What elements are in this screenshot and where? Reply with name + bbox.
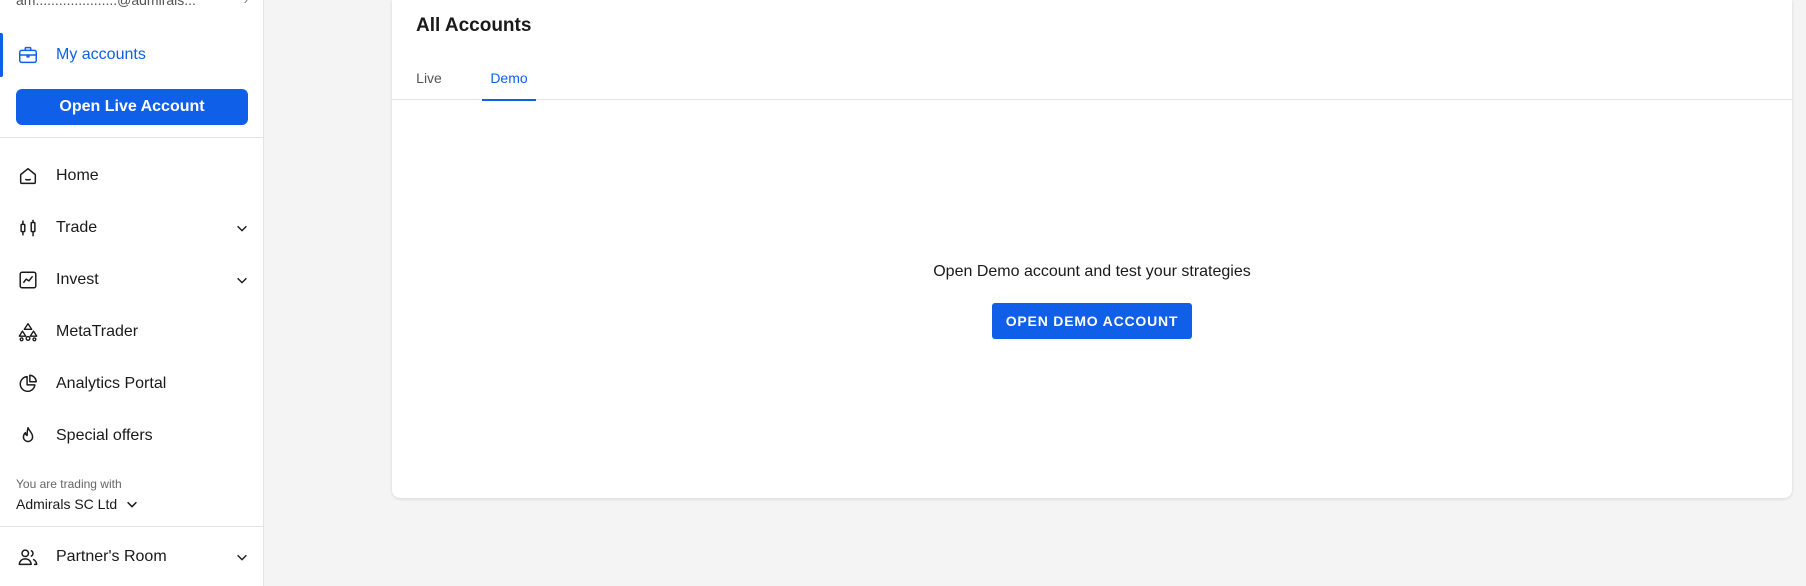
candlestick-icon [16, 216, 40, 240]
sidebar-item-metatrader[interactable]: MetaTrader [0, 309, 264, 355]
pie-chart-icon [16, 372, 40, 396]
briefcase-icon [16, 43, 40, 67]
sidebar-item-invest[interactable]: Invest [0, 257, 264, 303]
chevron-right-icon: › [244, 0, 248, 7]
sidebar-item-label: Trade [56, 219, 98, 236]
tab-demo[interactable]: Demo [482, 56, 536, 101]
chevron-down-icon[interactable] [234, 549, 250, 565]
sidebar-item-special-offers[interactable]: Special offers [0, 413, 264, 459]
sidebar-item-home[interactable]: Home [0, 153, 264, 199]
sidebar-item-label: MetaTrader [56, 323, 139, 340]
divider [0, 526, 264, 527]
sidebar-item-label: Special offers [56, 427, 153, 444]
sidebar-item-partners-room[interactable]: Partner's Room [0, 534, 264, 580]
flame-icon [16, 424, 40, 448]
open-live-account-button[interactable]: Open Live Account [16, 89, 248, 125]
sidebar-item-trade[interactable]: Trade [0, 205, 264, 251]
entity-selector[interactable]: Admirals SC Ltd [16, 494, 139, 514]
sidebar-item-my-accounts[interactable]: My accounts [0, 32, 264, 78]
trading-with-label: You are trading with [16, 477, 122, 491]
all-accounts-card: All Accounts Live Demo Open Demo account… [392, 0, 1792, 498]
empty-state-message: Open Demo account and test your strategi… [933, 263, 1251, 280]
metatrader-icon [16, 320, 40, 344]
account-tabs: Live Demo [392, 56, 1792, 101]
entity-name: Admirals SC Ltd [16, 496, 118, 512]
sidebar-item-label: Analytics Portal [56, 375, 167, 392]
page-title: All Accounts [416, 15, 532, 36]
chevron-down-icon [125, 497, 139, 511]
chart-line-icon [16, 268, 40, 292]
sidebar-item-label: Home [56, 167, 99, 184]
sidebar-item-analytics-portal[interactable]: Analytics Portal [0, 361, 264, 407]
chevron-down-icon[interactable] [234, 220, 250, 236]
tab-label: Live [416, 70, 442, 86]
divider [0, 137, 264, 138]
sidebar-item-label: Partner's Room [56, 548, 167, 565]
sidebar-item-label: Invest [56, 271, 99, 288]
chevron-down-icon[interactable] [234, 272, 250, 288]
open-demo-account-button[interactable]: OPEN DEMO ACCOUNT [992, 303, 1192, 339]
user-email: am.....................@admirals... [16, 0, 196, 8]
tab-label: Demo [490, 70, 528, 86]
sidebar: am.....................@admirals... › My… [0, 0, 264, 586]
users-icon [16, 545, 40, 569]
user-email-row[interactable]: am.....................@admirals... › [16, 0, 248, 10]
sidebar-item-label: My accounts [56, 46, 146, 63]
home-icon [16, 164, 40, 188]
tab-live[interactable]: Live [416, 56, 442, 100]
